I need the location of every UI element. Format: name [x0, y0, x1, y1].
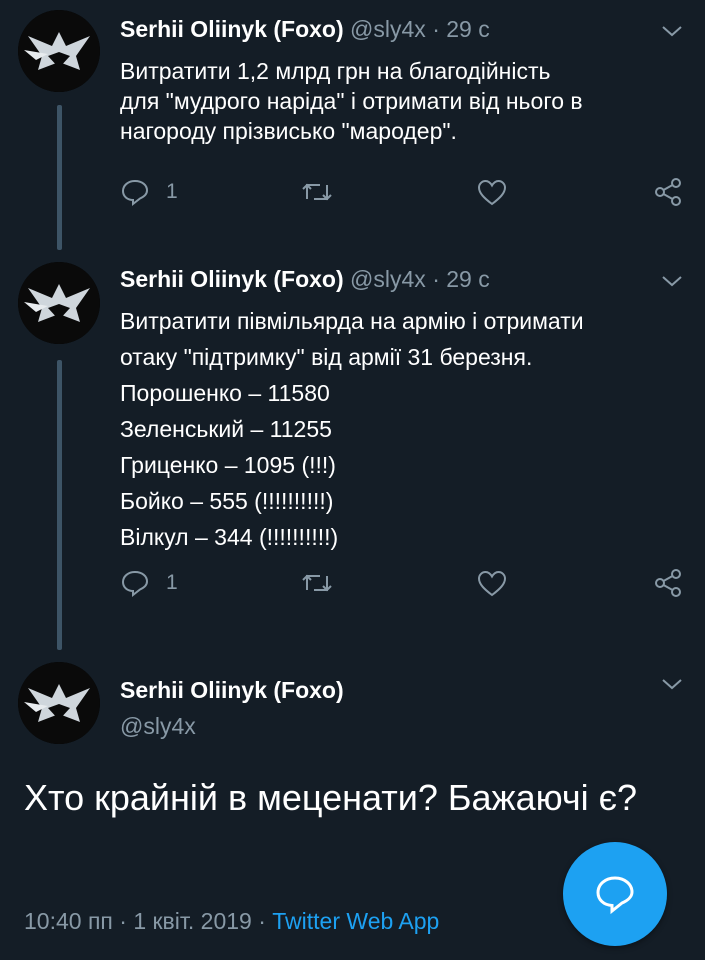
tweet-timestamp[interactable]: 10:40 пп — [24, 908, 113, 934]
thread-line — [57, 105, 62, 250]
tweet-line: нагороду прізвисько "мародер". — [120, 118, 457, 144]
tweet-text: Витратити півмільярда на армію і отримат… — [120, 303, 584, 555]
tweet-line: для "мудрого наріда" і отримати від ньог… — [120, 88, 583, 114]
reply-button[interactable]: 1 — [120, 176, 178, 208]
retweet-button[interactable] — [300, 176, 334, 208]
tweet-line: Витратити 1,2 млрд грн на благодійність — [120, 58, 551, 84]
tweet-line: Порошенко – 11580 — [120, 380, 330, 406]
chevron-down-icon[interactable] — [661, 24, 683, 38]
reply-icon — [121, 570, 149, 598]
chevron-down-icon[interactable] — [661, 677, 683, 691]
like-button[interactable] — [476, 176, 508, 208]
reply-icon — [121, 179, 149, 207]
tweet-line: Зеленський – 11255 — [120, 416, 332, 442]
tweet-time[interactable]: 29 с — [446, 266, 489, 292]
heart-icon — [477, 570, 507, 597]
compose-reply-icon — [596, 876, 634, 915]
tweet-actions: 1 — [120, 567, 690, 599]
share-button[interactable] — [652, 176, 684, 208]
tweet-text: Витратити 1,2 млрд грн на благодійність … — [120, 56, 583, 146]
tweet-line: отаку "підтримку" від армії 31 березня. — [120, 344, 533, 370]
chevron-down-icon[interactable] — [661, 274, 683, 288]
compose-reply-button[interactable] — [563, 842, 667, 946]
tweet-source-link[interactable]: Twitter Web App — [272, 908, 439, 934]
tweet-actions: 1 — [120, 176, 690, 208]
reply-button[interactable]: 1 — [120, 567, 178, 599]
main-tweet-text: Хто крайній в меценати? Бажаючі є? — [24, 777, 637, 818]
separator: · — [432, 266, 440, 292]
share-icon — [655, 569, 681, 597]
like-button[interactable] — [476, 567, 508, 599]
heart-icon — [477, 179, 507, 206]
separator: · — [258, 908, 266, 934]
tweet-header: Serhii Oliinyk (Foxo) @sly4x · 29 с — [120, 16, 490, 43]
tweet-line: Вілкул – 344 (!!!!!!!!!!) — [120, 524, 339, 550]
thread-line — [57, 360, 62, 650]
separator: · — [119, 908, 127, 934]
author-handle[interactable]: @sly4x — [120, 708, 344, 744]
tweet-line: Бойко – 555 (!!!!!!!!!!) — [120, 488, 334, 514]
tweet-time[interactable]: 29 с — [446, 16, 489, 42]
avatar[interactable] — [18, 662, 100, 744]
tweet-line: Гриценко – 1095 (!!!) — [120, 452, 336, 478]
author-name[interactable]: Serhii Oliinyk (Foxo) — [120, 672, 344, 708]
retweet-icon — [302, 183, 332, 201]
share-button[interactable] — [652, 567, 684, 599]
tweet-meta: 10:40 пп · 1 квіт. 2019 · Twitter Web Ap… — [24, 908, 439, 935]
tweet-header: Serhii Oliinyk (Foxo) @sly4x · 29 с — [120, 266, 490, 293]
main-tweet-header: Serhii Oliinyk (Foxo) @sly4x — [120, 672, 344, 744]
separator: · — [432, 16, 440, 42]
author-handle[interactable]: @sly4x — [350, 16, 426, 42]
tweet-date[interactable]: 1 квіт. 2019 — [133, 908, 252, 934]
share-icon — [655, 178, 681, 206]
reply-count: 1 — [166, 571, 178, 594]
avatar[interactable] — [18, 262, 100, 344]
avatar[interactable] — [18, 10, 100, 92]
reply-count: 1 — [166, 180, 178, 203]
tweet-line: Витратити півмільярда на армію і отримат… — [120, 308, 584, 334]
retweet-icon — [302, 574, 332, 592]
author-name[interactable]: Serhii Oliinyk (Foxo) — [120, 266, 344, 292]
author-handle[interactable]: @sly4x — [350, 266, 426, 292]
retweet-button[interactable] — [300, 567, 334, 599]
author-name[interactable]: Serhii Oliinyk (Foxo) — [120, 16, 344, 42]
